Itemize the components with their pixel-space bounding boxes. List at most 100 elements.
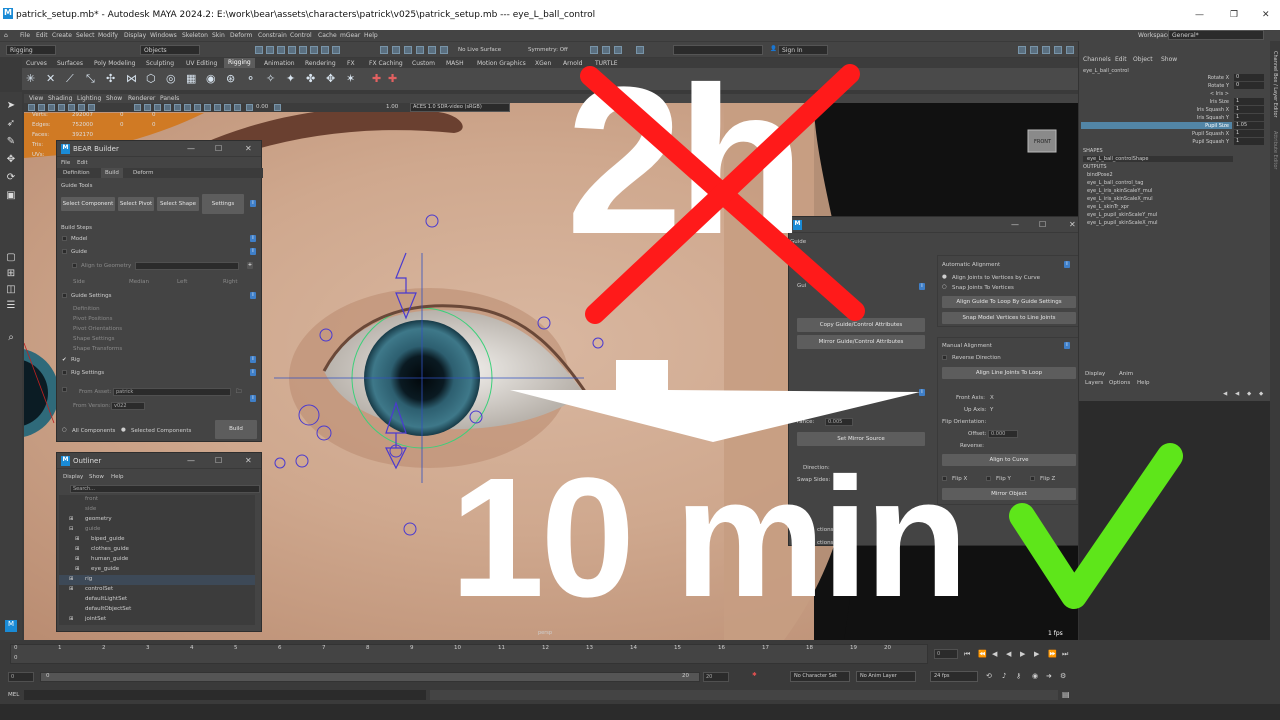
shelf-tab-rendering[interactable]: Rendering [305,60,336,67]
flip-y-checkbox[interactable] [986,476,991,481]
workspace-dropdown[interactable]: General* [1168,30,1264,40]
shelf-tab-mash[interactable]: MASH [446,60,464,67]
range-inner-end[interactable]: 20 [682,673,689,679]
script-a-icon[interactable]: ✚ [372,72,381,85]
viewport-menu-show[interactable]: Show [106,95,122,102]
up-axis-dropdown[interactable]: Y [990,407,993,413]
script-editor-icon[interactable]: ▤ [1062,690,1070,699]
info-icon[interactable]: i [250,395,256,402]
lasso-icon[interactable] [266,46,274,54]
smooth-shade-icon[interactable] [144,104,151,111]
output-item[interactable]: eye_L_skinTr_xpr [1087,204,1129,210]
output-item[interactable]: bindPose2 [1087,172,1113,178]
select-component-button[interactable]: Select Component [61,197,115,211]
layer-tab-display[interactable]: Display [1085,371,1105,377]
select-tool-icon[interactable] [255,46,263,54]
go-to-end-icon[interactable]: ⏭ [1062,650,1068,659]
insert-joint-icon[interactable]: ✕ [46,72,55,85]
attr-label[interactable]: Rotate X [1079,75,1229,81]
exposure-icon[interactable] [246,104,253,111]
image-plane-icon[interactable] [58,104,65,111]
attr-label[interactable]: Iris Squash Y [1079,115,1229,121]
modeling-toolkit-icon[interactable] [1018,46,1026,54]
guide-sub-pivot-positions[interactable]: Pivot Positions [73,316,113,322]
component-xray-icon[interactable] [234,104,241,111]
attr-value[interactable]: 1 [1234,130,1264,137]
selection-mode-dropdown[interactable]: Objects [140,45,200,55]
menu-file[interactable]: File [20,32,30,39]
close-icon[interactable]: ✕ [245,144,252,153]
list-item[interactable]: geometry [85,516,112,522]
outliner-titlebar[interactable]: M Outliner — ☐ ✕ [57,453,261,469]
home-icon[interactable]: ⌂ [4,32,8,39]
attr-label[interactable]: Rotate Y [1079,83,1229,89]
film-gate-icon[interactable] [78,104,85,111]
reverse-direction-checkbox[interactable] [942,355,947,360]
character-set-dropdown[interactable]: No Character Set [790,671,850,682]
layer-up-icon[interactable]: ◀ [1223,391,1227,397]
scale-constraint-icon[interactable]: ✥ [326,72,335,85]
snap-point-icon[interactable] [310,46,318,54]
attr-value[interactable]: 1 [1234,106,1264,113]
step-forward-frame-icon[interactable]: ▶︎ [1034,650,1039,658]
side-by-side-icon[interactable]: ◫ [5,284,17,296]
rig-settings-checkbox[interactable] [62,370,67,375]
menu-create[interactable]: Create [52,32,72,39]
list-item[interactable]: human_guide [91,556,128,562]
mel-label[interactable]: MEL [8,692,19,698]
fps-dropdown[interactable]: 24 fps [930,671,978,682]
symmetry-label[interactable]: Symmetry: Off [528,47,568,53]
range-start-field[interactable]: 0 [8,672,34,682]
attr-value[interactable]: 1 [1234,114,1264,121]
step-back-key-icon[interactable]: ⏪ [978,650,987,658]
maximize-icon[interactable]: ❐ [1230,10,1238,20]
bear-builder-titlebar[interactable]: M BEAR Builder — ☐ ✕ [57,141,261,157]
camera-attr-icon[interactable] [38,104,45,111]
shape-item[interactable]: eye_L_ball_controlShape [1083,156,1233,162]
exposure-value[interactable]: 0.00 [256,104,268,110]
view-cube-label[interactable]: FRONT [1034,139,1051,145]
resolution-gate-icon[interactable] [88,104,95,111]
channels-menu-object[interactable]: Object [1133,56,1153,63]
side-median-radio[interactable]: Median [129,279,149,285]
menu-windows[interactable]: Windows [150,32,177,39]
outliner-layout-icon[interactable]: ☰ [5,300,17,312]
ipr-icon[interactable] [404,46,412,54]
expand-icon[interactable]: ⊞ [69,616,74,622]
align-loop-button[interactable]: Align Guide To Loop By Guide Settings [942,296,1076,308]
expand-icon[interactable]: ⊞ [75,556,80,562]
gamma-icon[interactable] [274,104,281,111]
snap-grid-icon[interactable] [288,46,296,54]
align-to-geometry-checkbox[interactable] [72,263,77,268]
output-item[interactable]: eye_L_ball_control_tag [1087,180,1143,186]
close-icon[interactable]: ✕ [245,456,252,465]
range-inner-start[interactable]: 0 [46,673,50,679]
close-icon[interactable]: ✕ [1069,220,1076,229]
radio-selected-icon[interactable]: ● [942,274,947,280]
viewport-menu-view[interactable]: View [29,95,43,102]
close-icon[interactable]: ✕ [1262,10,1270,20]
info-icon[interactable]: i [250,248,256,255]
go-to-start-icon[interactable]: ⏮ [964,650,970,659]
menu-modify[interactable]: Modify [98,32,118,39]
loop-icon[interactable]: ⟲ [986,672,992,680]
script-b-icon[interactable]: ✚ [388,72,397,85]
build-button[interactable]: Build [215,420,257,439]
shelf-tab-rigging[interactable]: Rigging [224,58,255,68]
layer-down-icon[interactable]: ◀ [1235,391,1239,397]
output-item[interactable]: eye_L_iris_skinScaleY_mul [1087,188,1152,194]
from-asset-field[interactable]: patrick [113,388,231,396]
attr-value[interactable]: 1 [1234,138,1264,145]
all-components-radio-icon[interactable]: ○ [62,427,67,433]
attr-value[interactable]: 0 [1234,74,1264,81]
outliner-menu-show[interactable]: Show [89,474,104,480]
camera-select-icon[interactable] [28,104,35,111]
radio-icon[interactable]: ○ [942,284,947,290]
rig-check-icon[interactable]: ✔ [62,357,67,363]
snap-view-icon[interactable] [321,46,329,54]
step-back-frame-icon[interactable]: ◀︎ [992,650,997,658]
shelf-tab-animation[interactable]: Animation [264,60,295,67]
bear-menu-edit[interactable]: Edit [77,160,88,166]
attr-value[interactable]: 0 [1234,82,1264,89]
rotate-tool-icon[interactable]: ⟳ [5,172,17,184]
